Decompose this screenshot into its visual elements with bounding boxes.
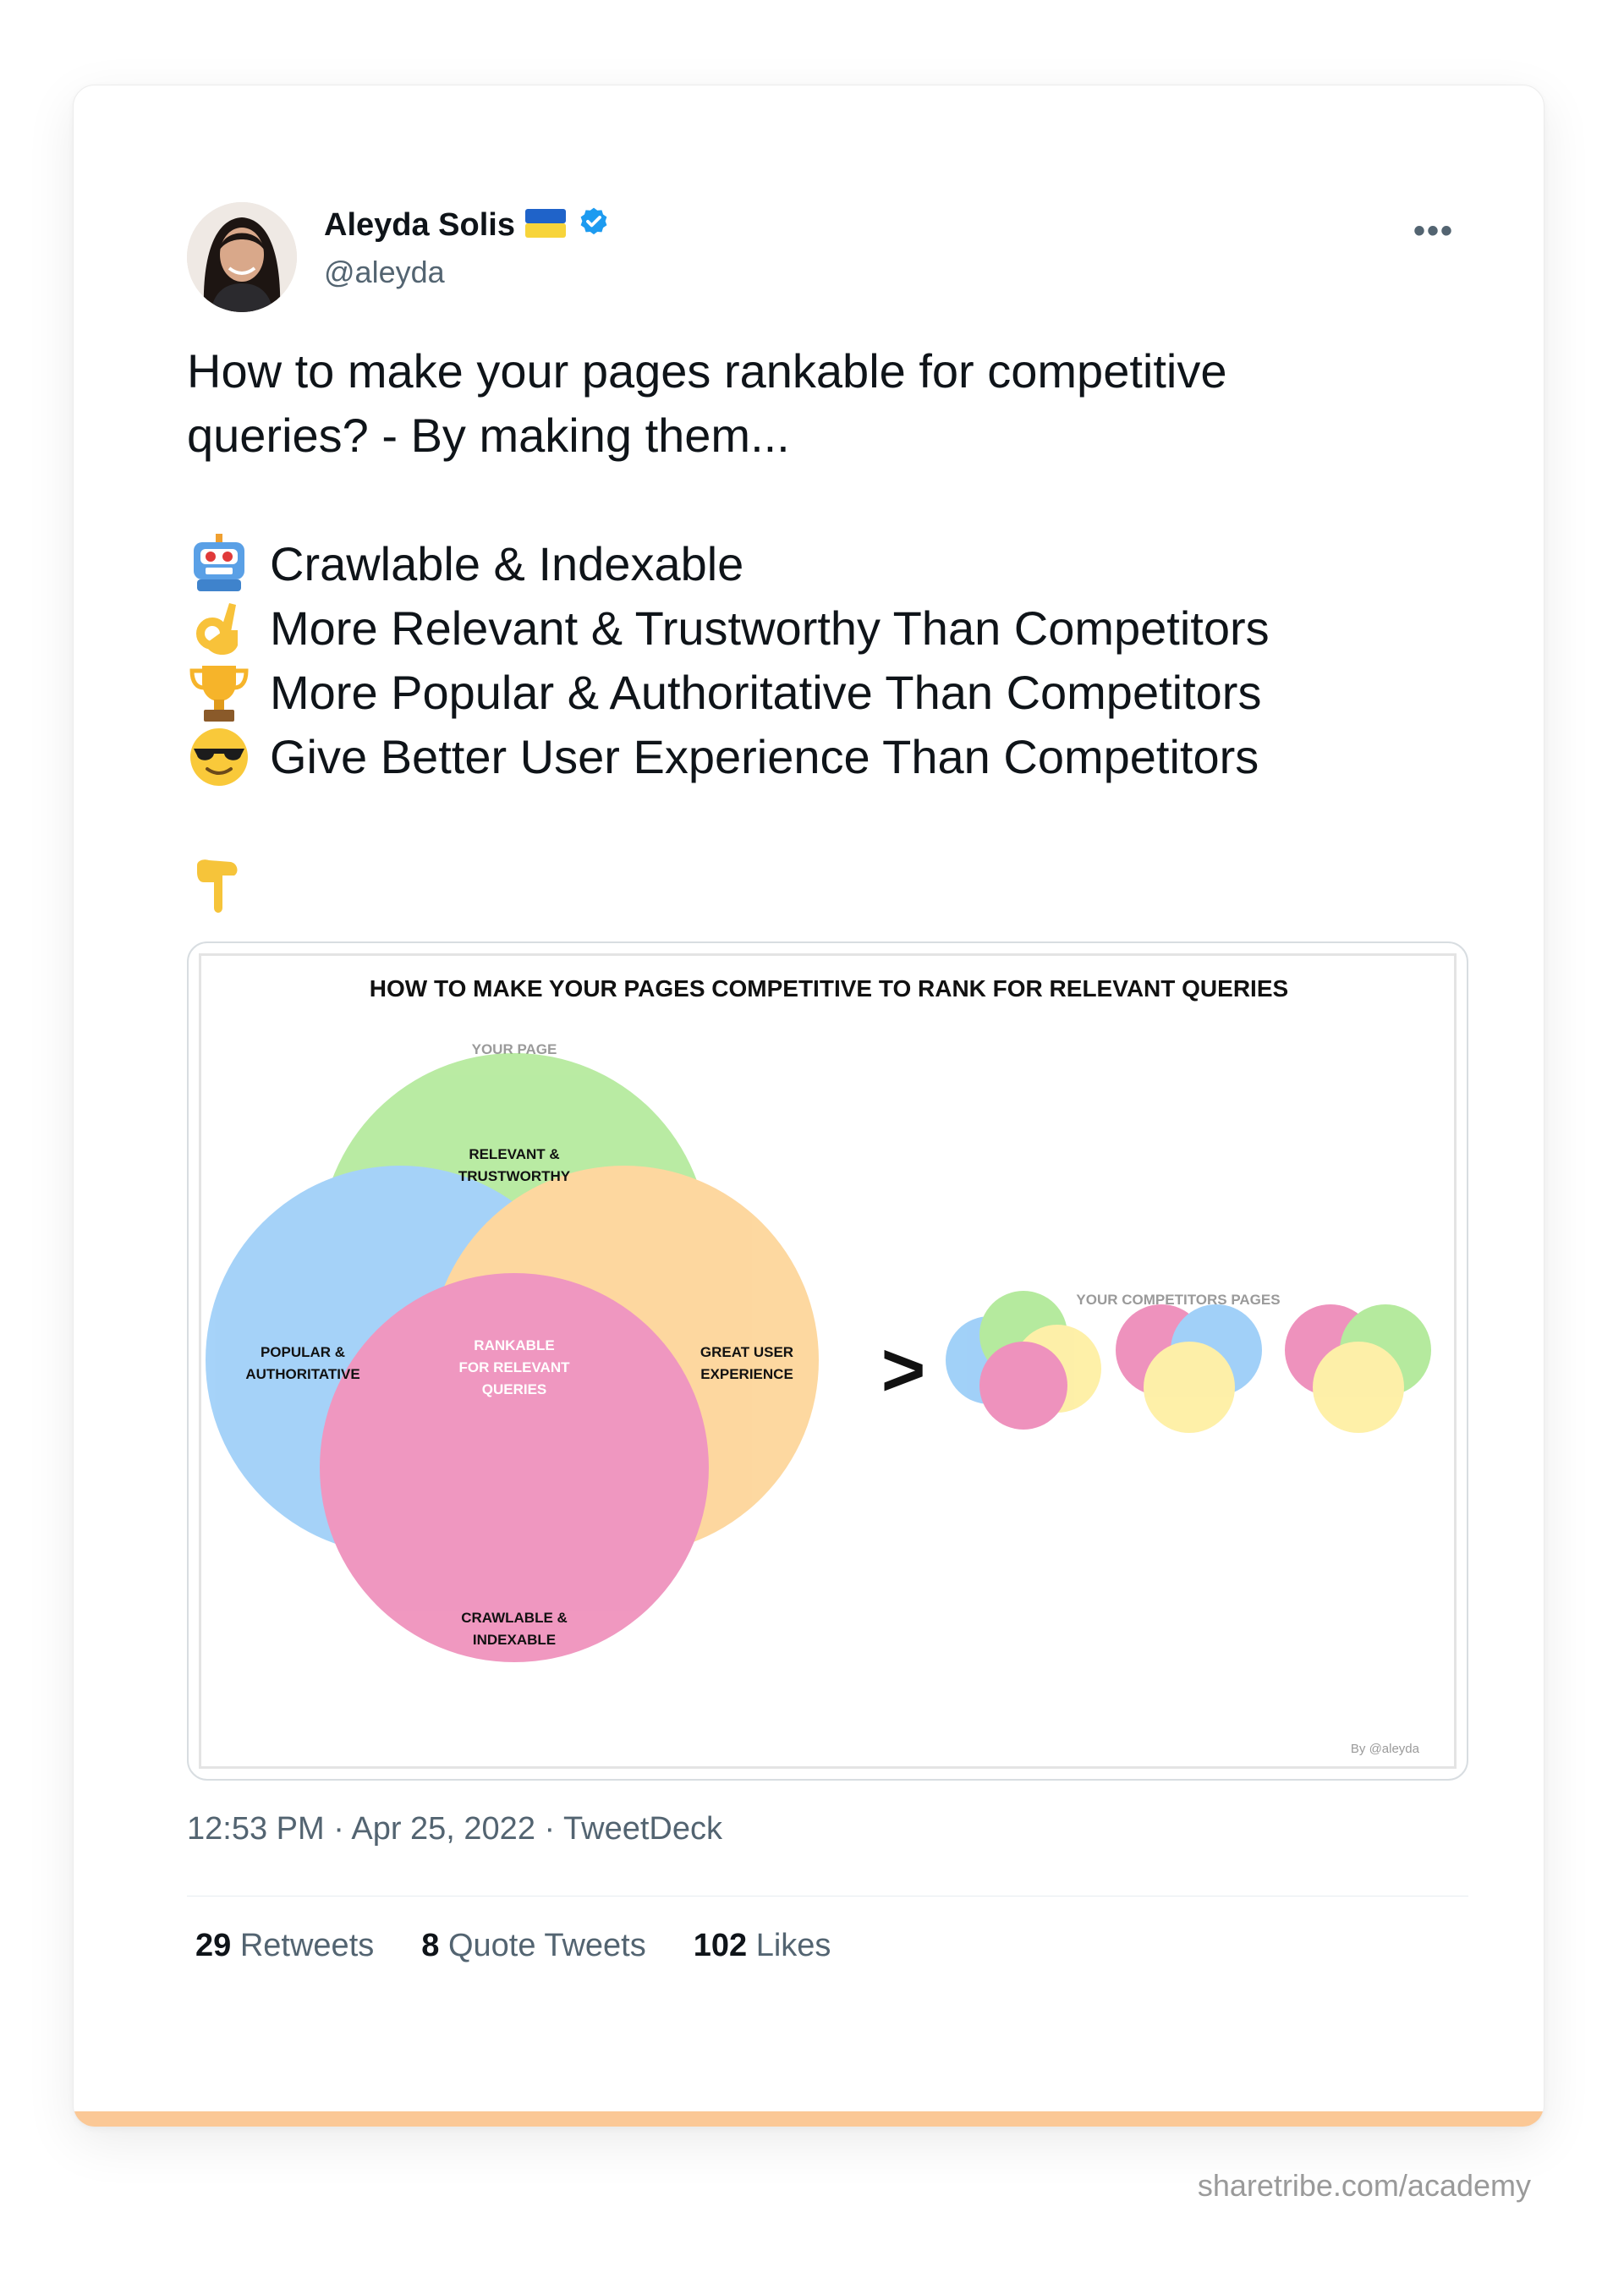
tweet-item-popular: More Popular & Authoritative Than Compet… xyxy=(187,661,1506,725)
quote-tweets-count: 8 xyxy=(421,1928,440,1963)
competitor-venn-3 xyxy=(1285,1304,1431,1433)
more-options-icon[interactable]: ••• xyxy=(1413,212,1454,250)
tweet-intro-line-1: How to make your pages rankable for comp… xyxy=(187,344,1227,398)
crawlable-label-1: CRAWLABLE & xyxy=(461,1610,568,1626)
retweets-label: Retweets xyxy=(239,1928,375,1963)
ux-label-2: EXPERIENCE xyxy=(700,1366,793,1382)
likes-count: 102 xyxy=(693,1928,748,1963)
tweet-item-ux: Give Better User Experience Than Competi… xyxy=(187,725,1506,789)
competitors-label: YOUR COMPETITORS PAGES xyxy=(1076,1292,1280,1308)
tweet-timestamp: 12:53 PM · Apr 25, 2022 · TweetDeck xyxy=(187,1811,722,1847)
separator-dot: · xyxy=(333,1811,352,1847)
venn-circle-crawlable xyxy=(320,1273,709,1662)
tweet-item-text: Give Better User Experience Than Competi… xyxy=(270,730,1259,783)
competitor-venn-2 xyxy=(1116,1304,1262,1433)
divider xyxy=(187,1896,1468,1897)
watermark: sharetribe.com/academy xyxy=(1197,2168,1531,2203)
tweet-item-relevant: More Relevant & Trustworthy Than Competi… xyxy=(187,596,1506,661)
tweet-intro-line-2: queries? - By making them... xyxy=(187,409,790,462)
tweet-text: How to make your pages rankable for comp… xyxy=(187,339,1506,918)
center-label-3: QUERIES xyxy=(482,1381,547,1397)
retweets-count: 29 xyxy=(195,1928,232,1963)
tweet-date[interactable]: Apr 25, 2022 xyxy=(351,1811,535,1847)
likes-label: Likes xyxy=(755,1928,831,1963)
verified-badge-icon xyxy=(576,206,612,245)
tweet-stats: 29 Retweets 8 Quote Tweets 102 Likes xyxy=(195,1928,831,1964)
avatar[interactable] xyxy=(187,202,297,312)
tweet-source[interactable]: TweetDeck xyxy=(563,1811,722,1847)
tweet-item-text: Crawlable & Indexable xyxy=(270,537,744,590)
author-name-row[interactable]: Aleyda Solis xyxy=(324,206,612,245)
relevant-label-2: TRUSTWORTHY xyxy=(458,1168,571,1184)
ok-hand-icon xyxy=(187,596,251,661)
tweet-closing xyxy=(187,854,1506,918)
relevant-label-1: RELEVANT & xyxy=(469,1146,559,1162)
author-handle[interactable]: @aleyda xyxy=(324,255,445,290)
infographic: HOW TO MAKE YOUR PAGES COMPETITIVE TO RA… xyxy=(199,953,1457,1769)
trophy-icon xyxy=(187,661,251,725)
tweet-media[interactable]: HOW TO MAKE YOUR PAGES COMPETITIVE TO RA… xyxy=(187,941,1468,1781)
popular-label-1: POPULAR & xyxy=(261,1344,345,1360)
ukraine-flag-icon xyxy=(524,209,566,242)
popular-label-2: AUTHORITATIVE xyxy=(245,1366,359,1382)
ux-label-1: GREAT USER xyxy=(700,1344,793,1360)
tweet-item-text: More Popular & Authoritative Than Compet… xyxy=(270,666,1262,719)
sunglasses-face-icon xyxy=(187,725,251,789)
tweet-item-crawlable: Crawlable & Indexable xyxy=(187,532,1506,596)
tweet-card: Aleyda Solis @aleyda ••• How to make you… xyxy=(73,85,1544,2127)
quote-tweets-label: Quote Tweets xyxy=(447,1928,646,1963)
separator-dot: · xyxy=(544,1811,564,1847)
robot-icon xyxy=(187,532,251,596)
tweet-item-text: More Relevant & Trustworthy Than Competi… xyxy=(270,601,1270,655)
author-name[interactable]: Aleyda Solis xyxy=(324,207,515,244)
point-down-icon xyxy=(187,854,251,918)
crawlable-label-2: INDEXABLE xyxy=(473,1632,556,1648)
infographic-credit: By @aleyda xyxy=(1351,1742,1420,1756)
tweet-time[interactable]: 12:53 PM xyxy=(187,1811,325,1847)
center-label-2: FOR RELEVANT xyxy=(459,1359,571,1375)
quote-tweets-stat[interactable]: 8 Quote Tweets xyxy=(421,1928,645,1964)
card-accent-bar xyxy=(74,2111,1544,2127)
infographic-title: HOW TO MAKE YOUR PAGES COMPETITIVE TO RA… xyxy=(370,975,1288,1002)
greater-than-symbol: > xyxy=(881,1328,926,1413)
center-label-1: RANKABLE xyxy=(474,1337,554,1353)
likes-stat[interactable]: 102 Likes xyxy=(694,1928,831,1964)
retweets-stat[interactable]: 29 Retweets xyxy=(195,1928,374,1964)
competitor-venn-1 xyxy=(946,1291,1101,1430)
